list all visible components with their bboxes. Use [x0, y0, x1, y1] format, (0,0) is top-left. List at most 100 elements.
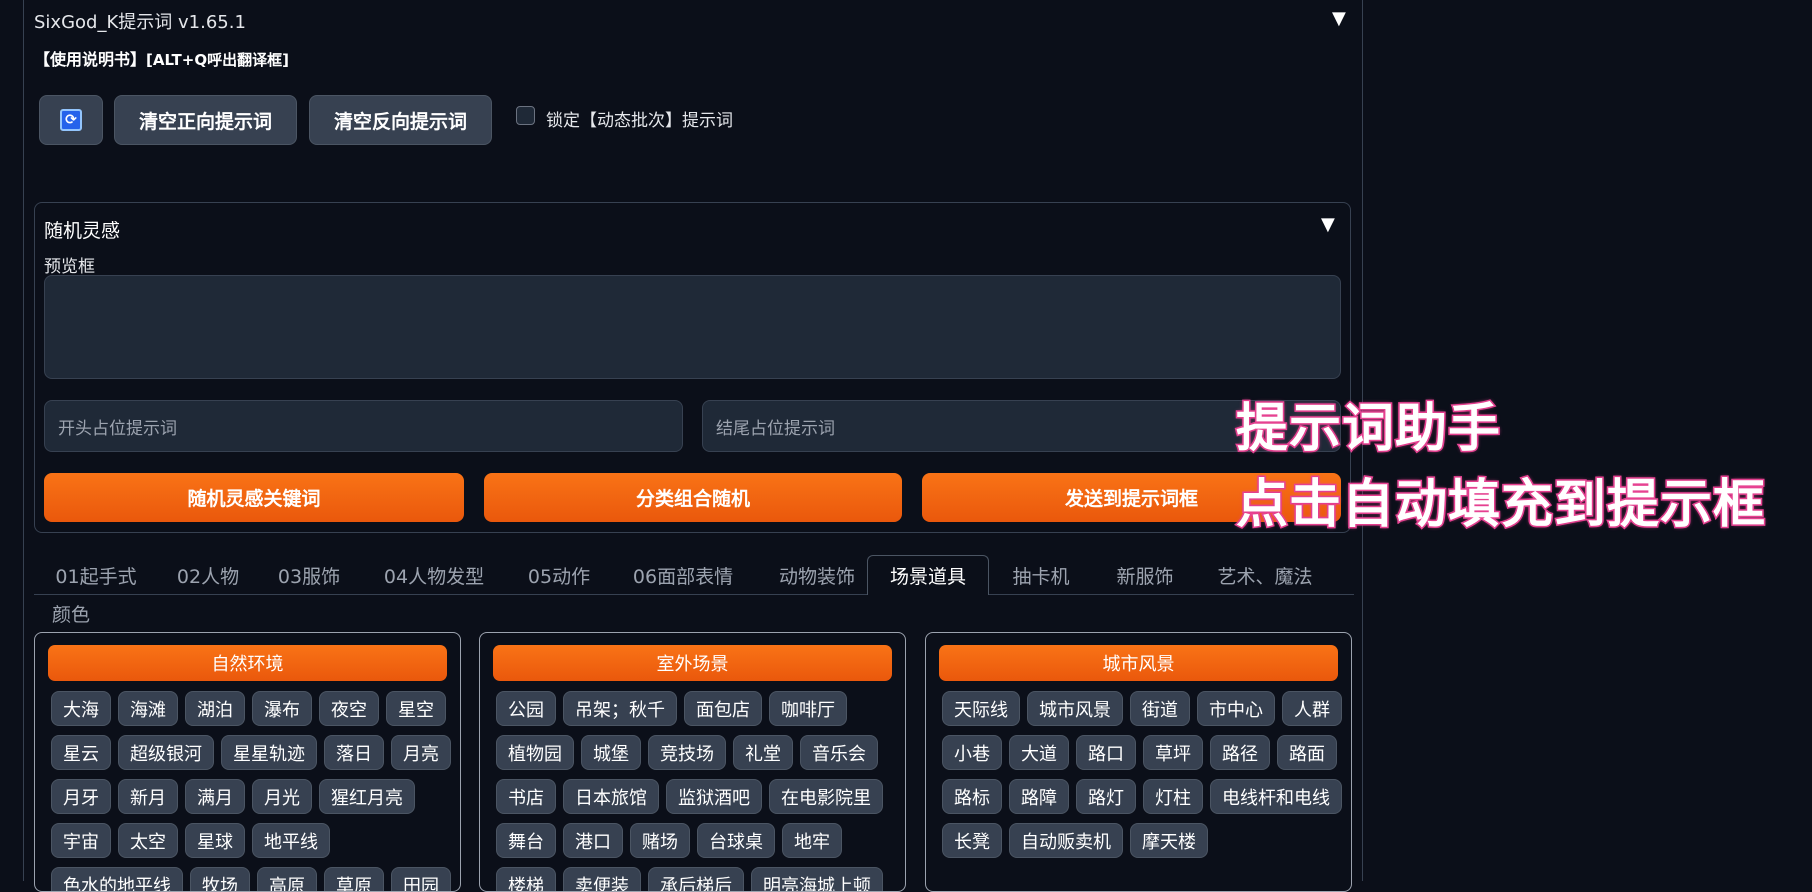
tab-new-costume[interactable]: 新服饰	[1093, 555, 1197, 595]
clear-positive-button[interactable]: 清空正向提示词	[114, 95, 297, 145]
tag-chip[interactable]: 牧场	[190, 867, 250, 891]
tab-animal-decor[interactable]: 动物装饰	[756, 555, 878, 595]
tag-chip[interactable]: 瀑布	[252, 691, 312, 726]
tag-chip[interactable]: 太空	[118, 823, 178, 858]
tag-chip[interactable]: 路面	[1277, 735, 1337, 770]
tag-chip[interactable]: 猩红月亮	[319, 779, 415, 814]
tag-chip[interactable]: 月亮	[391, 735, 451, 770]
card-nature: 自然环境 大海 海滩 湖泊 瀑布 夜空 星空 星云 超级银河 星星轨迹 落日 月亮 月牙 新月 满月 月光猩…	[34, 632, 461, 892]
tag-chip[interactable]: 台球桌	[697, 823, 775, 858]
tab-02[interactable]: 02人物	[158, 555, 258, 595]
tag-chip[interactable]: 摩天楼	[1130, 823, 1208, 858]
tag-chip[interactable]: 草原	[324, 867, 384, 891]
tag-chip[interactable]: 日本旅馆	[563, 779, 659, 814]
category-random-button[interactable]: 分类组合随机	[484, 473, 902, 522]
lock-checkbox-label[interactable]: 锁定【动态批次】提示词	[546, 106, 733, 131]
tag-chip[interactable]: 星云	[51, 735, 111, 770]
clear-negative-button[interactable]: 清空反向提示词	[309, 95, 492, 145]
tag-chip[interactable]: 人群	[1282, 691, 1342, 726]
tag-chip[interactable]: 面包店	[684, 691, 762, 726]
collapse-triangle-icon[interactable]: ▼	[1332, 8, 1346, 29]
tag-chip[interactable]: 吊架；秋千	[563, 691, 677, 726]
tag-chip[interactable]: 竞技场	[648, 735, 726, 770]
tag-chip[interactable]: 公园	[496, 691, 556, 726]
tag-chip[interactable]: 月光	[252, 779, 312, 814]
tag-chip[interactable]: 路径	[1210, 735, 1270, 770]
tag-chip[interactable]: 天际线	[942, 691, 1020, 726]
tag-chip[interactable]: 音乐会	[800, 735, 878, 770]
tag-chip[interactable]: 星球	[185, 823, 245, 858]
tag-chip[interactable]: 卖便装	[563, 867, 641, 891]
card-nature-title[interactable]: 自然环境	[48, 645, 447, 681]
tab-05[interactable]: 05动作	[508, 555, 610, 595]
tab-03[interactable]: 03服饰	[258, 555, 360, 595]
tag-chip[interactable]: 自动贩卖机	[1009, 823, 1123, 858]
chip-row: 宇宙 太空 星球 地平线	[51, 823, 452, 861]
tab-gacha[interactable]: 抽卡机	[989, 555, 1093, 595]
tag-chip[interactable]: 书店	[496, 779, 556, 814]
tag-chip[interactable]: 落日	[324, 735, 384, 770]
tag-chip[interactable]: 承后梯后	[648, 867, 744, 891]
tag-chip[interactable]: 明亮海城上顿	[751, 867, 883, 891]
tab-01[interactable]: 01起手式	[34, 555, 158, 595]
chip-row: 舞台 港口 赌场 台球桌 地牢	[496, 823, 897, 861]
tag-chip[interactable]: 夜空	[319, 691, 379, 726]
tag-chip[interactable]: 礼堂	[733, 735, 793, 770]
tag-chip[interactable]: 地牢	[782, 823, 842, 858]
tag-chip[interactable]: 舞台	[496, 823, 556, 858]
card-outdoor-title[interactable]: 室外场景	[493, 645, 892, 681]
tag-chip[interactable]: 地平线	[252, 823, 330, 858]
prefix-input[interactable]: 开头占位提示词	[44, 400, 683, 452]
tag-chip[interactable]: 电线杆和电线	[1210, 779, 1342, 814]
tag-chip[interactable]: 灯柱	[1143, 779, 1203, 814]
tag-chip[interactable]: 满月	[185, 779, 245, 814]
tab-scene-props[interactable]: 场景道具	[867, 555, 989, 595]
tag-chip[interactable]: 海滩	[118, 691, 178, 726]
refresh-button[interactable]: ⟳	[39, 95, 103, 145]
tag-chip[interactable]: 星空	[386, 691, 446, 726]
tag-chip[interactable]: 路障	[1009, 779, 1069, 814]
tag-chip[interactable]: 路标	[942, 779, 1002, 814]
tag-chip[interactable]: 月牙	[51, 779, 111, 814]
lock-checkbox[interactable]	[516, 106, 535, 125]
preview-textarea[interactable]	[44, 275, 1341, 379]
random-keywords-button[interactable]: 随机灵感关键词	[44, 473, 464, 522]
tab-06[interactable]: 06面部表情	[610, 555, 756, 595]
tag-chip[interactable]: 赌场	[630, 823, 690, 858]
tag-chip[interactable]: 新月	[118, 779, 178, 814]
tag-chip[interactable]: 港口	[563, 823, 623, 858]
refresh-icon: ⟳	[60, 109, 82, 131]
tag-chip[interactable]: 色水的地平线	[51, 867, 183, 891]
tag-chip[interactable]: 在电影院里	[769, 779, 883, 814]
tab-art-magic[interactable]: 艺术、魔法	[1197, 555, 1333, 595]
tag-chip[interactable]: 市中心	[1197, 691, 1275, 726]
random-panel-collapse-icon[interactable]: ▼	[1321, 214, 1335, 235]
tag-chip[interactable]: 街道	[1130, 691, 1190, 726]
tag-chip[interactable]: 植物园	[496, 735, 574, 770]
tag-chip[interactable]: 城堡	[581, 735, 641, 770]
tab-04[interactable]: 04人物发型	[360, 555, 508, 595]
tag-chip[interactable]: 超级银河	[118, 735, 214, 770]
tag-chip[interactable]: 草坪	[1143, 735, 1203, 770]
chip-row: 星云 超级银河 星星轨迹 落日 月亮	[51, 735, 452, 773]
tag-chip[interactable]: 大道	[1009, 735, 1069, 770]
overlay-caption-line2: 点击自动填充到提示框	[1234, 474, 1767, 537]
tag-chip[interactable]: 路灯	[1076, 779, 1136, 814]
tag-chip[interactable]: 宇宙	[51, 823, 111, 858]
tag-chip[interactable]: 楼梯	[496, 867, 556, 891]
card-cityscape-title[interactable]: 城市风景	[939, 645, 1338, 681]
manual-link[interactable]: 【使用说明书】[ALT+Q呼出翻译框]	[34, 46, 289, 70]
tag-chip[interactable]: 湖泊	[185, 691, 245, 726]
tag-chip[interactable]: 城市风景	[1027, 691, 1123, 726]
tag-chip[interactable]: 长凳	[942, 823, 1002, 858]
tag-chip[interactable]: 路口	[1076, 735, 1136, 770]
tag-chip[interactable]: 田园	[391, 867, 451, 891]
tag-chip[interactable]: 咖啡厅	[769, 691, 847, 726]
card-cityscape-chips: 天际线 城市风景 街道 市中心 人群小巷 大道 路口 草坪 路径 路面路标 路障 路灯 灯柱 电线杆和电线…	[942, 691, 1343, 867]
tag-chip[interactable]: 监狱酒吧	[666, 779, 762, 814]
tab-color[interactable]: 颜色	[44, 593, 98, 633]
tag-chip[interactable]: 大海	[51, 691, 111, 726]
tag-chip[interactable]: 小巷	[942, 735, 1002, 770]
tag-chip[interactable]: 星星轨迹	[221, 735, 317, 770]
tag-chip[interactable]: 高原	[257, 867, 317, 891]
